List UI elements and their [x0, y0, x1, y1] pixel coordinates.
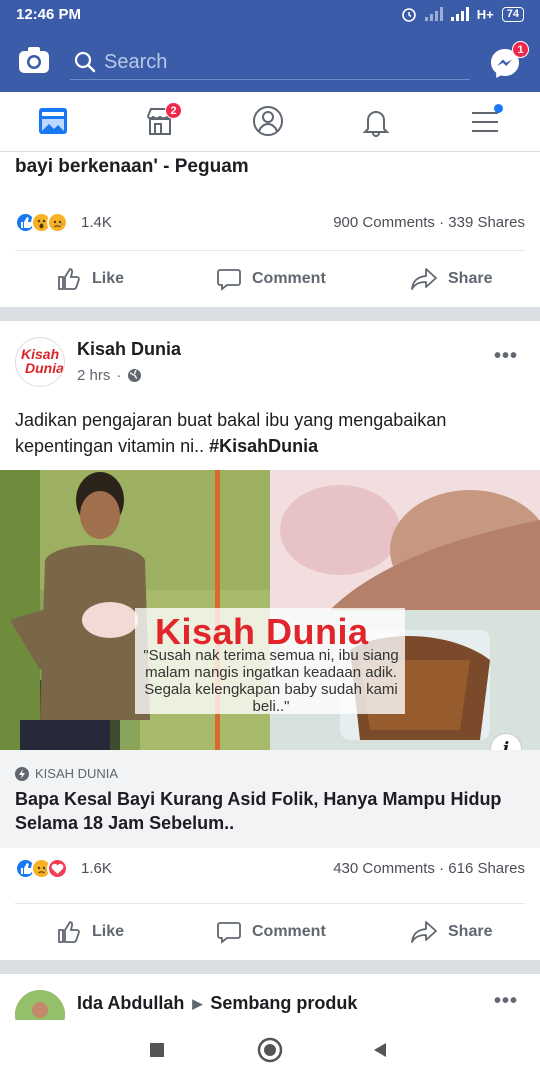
more-options-icon[interactable]: •••: [494, 345, 518, 368]
comment-icon: [217, 922, 241, 944]
post-author-line: Ida Abdullah ▶ Sembang produk: [77, 993, 357, 1014]
bell-icon: [362, 111, 390, 137]
comment-button[interactable]: Comment: [216, 904, 326, 960]
share-label: Share: [448, 923, 493, 940]
post-stats: 1.4K 900 Comments · 339 Shares: [15, 202, 525, 242]
system-nav-bar: [0, 1020, 540, 1080]
tab-menu[interactable]: [468, 104, 504, 140]
status-icons: H+ 74: [401, 6, 524, 22]
tab-news-feed[interactable]: [36, 104, 72, 140]
menu-badge-dot: [494, 104, 503, 113]
recents-icon[interactable]: [148, 1041, 166, 1059]
reaction-icons[interactable]: [15, 212, 68, 233]
love-reaction-icon: [47, 858, 68, 879]
signal-icon-2: [450, 7, 469, 21]
like-button[interactable]: Like: [56, 251, 124, 307]
messenger-badge: 1: [512, 41, 529, 58]
battery-icon: 74: [501, 6, 524, 22]
signal-icon: [424, 7, 443, 21]
instant-article-icon: [15, 766, 29, 781]
image-quote: "Susah nak terima semua ni, ibu siang ma…: [143, 647, 399, 715]
status-time: 12:46 PM: [16, 6, 82, 23]
messenger-button[interactable]: 1: [488, 41, 529, 80]
comment-count[interactable]: 900 Comments: [333, 214, 435, 231]
comment-button[interactable]: Comment: [216, 251, 326, 307]
tab-profile[interactable]: [251, 104, 287, 140]
share-button[interactable]: Share: [410, 251, 492, 307]
tab-bar: 2: [0, 92, 540, 152]
feed-post: bayi berkenaan' - Peguam 1.4K 900 Commen…: [0, 152, 540, 307]
link-source: KISAH DUNIA: [15, 766, 118, 781]
comments-shares[interactable]: 430 Comments · 616 Shares: [333, 860, 525, 877]
share-count[interactable]: 616 Shares: [448, 860, 525, 877]
post-time[interactable]: 2 hrs: [77, 367, 110, 384]
tab-notifications[interactable]: [359, 104, 395, 140]
like-icon: [58, 921, 80, 943]
marketplace-badge: 2: [165, 102, 182, 119]
top-bar: 1: [0, 30, 540, 92]
alarm-icon: [401, 8, 416, 22]
back-icon[interactable]: [371, 1041, 389, 1059]
share-count[interactable]: 339 Shares: [448, 214, 525, 231]
post-headline[interactable]: bayi berkenaan' - Peguam: [15, 156, 249, 178]
post-image[interactable]: Kisah Dunia "Susah nak terima semua ni, …: [0, 470, 540, 750]
share-icon: [411, 268, 437, 290]
post-actions: Like Comment Share: [0, 251, 540, 307]
post-author[interactable]: Ida Abdullah: [77, 993, 184, 1014]
reaction-count[interactable]: 1.6K: [81, 860, 112, 877]
group-name[interactable]: Sembang produk: [210, 993, 357, 1014]
profile-icon: [253, 106, 283, 136]
avatar-logo-text-1: Kisah: [21, 346, 60, 362]
post-meta: 2 hrs ·: [77, 367, 142, 384]
like-label: Like: [92, 923, 125, 940]
reaction-icons[interactable]: [15, 858, 68, 879]
search-input[interactable]: [104, 48, 464, 76]
sad-reaction-icon: [47, 212, 68, 233]
network-type: H+: [476, 6, 494, 22]
post-author[interactable]: Kisah Dunia: [77, 339, 181, 360]
search-bar[interactable]: [70, 44, 470, 80]
more-options-icon[interactable]: •••: [494, 990, 518, 1013]
like-button[interactable]: Like: [56, 904, 124, 960]
avatar-logo-text-2: Dunia: [25, 360, 64, 376]
share-label: Share: [448, 270, 493, 287]
avatar-logo: Kisah Dunia: [21, 347, 64, 375]
news-feed-icon: [39, 108, 67, 134]
comments-shares[interactable]: 900 Comments · 339 Shares: [333, 214, 525, 231]
camera-icon[interactable]: [18, 46, 50, 74]
home-icon[interactable]: [257, 1037, 283, 1063]
like-label: Like: [92, 270, 125, 287]
share-button[interactable]: Share: [410, 904, 492, 960]
tab-marketplace[interactable]: 2: [143, 102, 182, 140]
status-bar: 12:46 PM H+ 74: [0, 0, 540, 30]
share-icon: [411, 921, 437, 943]
link-title[interactable]: Bapa Kesal Bayi Kurang Asid Folik, Hanya…: [15, 787, 515, 835]
post-text: Jadikan pengajaran buat bakal ibu yang m…: [15, 407, 525, 459]
link-preview[interactable]: KISAH DUNIA Bapa Kesal Bayi Kurang Asid …: [0, 750, 540, 848]
comment-count[interactable]: 430 Comments: [333, 860, 435, 877]
post-actions: Like Comment Share: [0, 904, 540, 960]
comment-icon: [217, 269, 241, 291]
search-icon: [74, 51, 96, 73]
post-stats: 1.6K 430 Comments · 616 Shares: [15, 848, 525, 888]
comment-label: Comment: [252, 923, 326, 940]
meta-separator: ·: [116, 367, 122, 384]
avatar[interactable]: Kisah Dunia: [15, 337, 65, 387]
like-icon: [58, 268, 80, 290]
globe-icon: [128, 369, 142, 382]
reaction-count[interactable]: 1.4K: [81, 214, 112, 231]
link-source-label: KISAH DUNIA: [35, 766, 119, 781]
comment-label: Comment: [252, 270, 326, 287]
feed-post: Kisah Dunia Kisah Dunia 2 hrs · ••• Jadi…: [0, 321, 540, 960]
arrow-right-icon: ▶: [192, 995, 203, 1011]
hashtag-link[interactable]: #KisahDunia: [209, 436, 318, 456]
